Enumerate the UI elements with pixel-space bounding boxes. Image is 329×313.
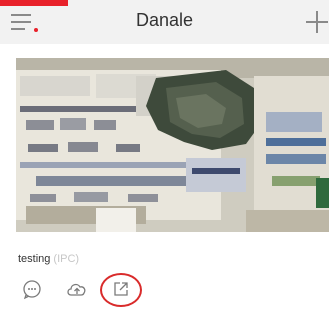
- message-icon: [23, 280, 41, 300]
- message-button[interactable]: [20, 276, 46, 302]
- camera-preview[interactable]: [16, 58, 329, 232]
- share-icon: [114, 282, 128, 296]
- camera-snapshot-image: [16, 58, 329, 232]
- plus-icon[interactable]: [306, 11, 328, 33]
- red-corner-accent: [0, 0, 68, 6]
- top-bar: Danale: [0, 0, 329, 44]
- app-title: Danale: [135, 10, 194, 30]
- cloud-upload-icon: [67, 283, 86, 296]
- device-name: testing: [18, 253, 51, 265]
- device-label: testing (IPC): [18, 253, 79, 265]
- cloud-upload-button[interactable]: [64, 276, 90, 302]
- device-type: (IPC): [53, 253, 80, 265]
- share-button[interactable]: [108, 276, 134, 302]
